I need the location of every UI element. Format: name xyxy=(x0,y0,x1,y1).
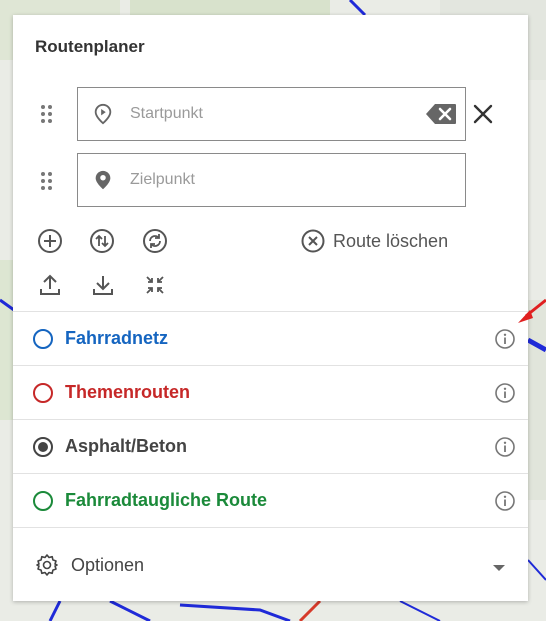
layer-radio[interactable] xyxy=(33,382,53,403)
upload-icon[interactable] xyxy=(38,273,62,297)
remove-waypoint-icon[interactable] xyxy=(472,103,494,125)
start-field[interactable] xyxy=(77,87,466,141)
download-icon[interactable] xyxy=(91,273,115,297)
info-icon[interactable] xyxy=(494,382,516,404)
layer-item-themenrouten[interactable]: Themenrouten xyxy=(13,365,528,419)
options-label: Optionen xyxy=(71,554,145,575)
layer-radio-selected[interactable] xyxy=(33,436,53,457)
layer-radio[interactable] xyxy=(33,490,53,511)
clear-input-icon[interactable] xyxy=(425,103,457,125)
start-pin-icon xyxy=(94,103,112,125)
clear-route-icon xyxy=(301,229,325,253)
layer-radio[interactable] xyxy=(33,328,53,349)
chevron-down-icon xyxy=(493,565,505,571)
clear-route-button[interactable]: Route löschen xyxy=(301,229,448,253)
layer-item-fahrradnetz[interactable]: Fahrradnetz xyxy=(13,311,528,365)
layer-label: Themenrouten xyxy=(65,382,191,402)
layer-label: Asphalt/Beton xyxy=(65,436,188,456)
layer-label: Fahrradtaugliche Route xyxy=(65,490,268,510)
info-icon[interactable] xyxy=(494,436,516,458)
info-icon[interactable] xyxy=(494,490,516,512)
add-waypoint-icon[interactable] xyxy=(37,228,63,254)
info-icon[interactable] xyxy=(494,328,516,350)
collapse-icon[interactable] xyxy=(143,273,167,297)
end-input[interactable] xyxy=(128,170,465,190)
round-trip-icon[interactable] xyxy=(142,228,168,254)
swap-route-icon[interactable] xyxy=(89,228,115,254)
options-toggle[interactable]: Optionen xyxy=(13,527,528,602)
layer-item-fahrradtaugliche-route[interactable]: Fahrradtaugliche Route xyxy=(13,473,528,527)
route-planner-panel: Routenplaner Startpunkt Zielpunkt Route … xyxy=(13,15,528,601)
start-input[interactable] xyxy=(128,104,425,124)
clear-route-label: Route löschen xyxy=(333,230,449,251)
panel-title: Routenplaner xyxy=(35,37,145,56)
gear-icon xyxy=(36,554,58,576)
end-field[interactable] xyxy=(77,153,466,207)
layer-label: Fahrradnetz xyxy=(65,328,169,348)
destination-pin-icon xyxy=(95,170,111,190)
end-drag-handle[interactable] xyxy=(41,172,55,192)
route-layer-list: Fahrradnetz Themenrouten Asphalt/Beton F… xyxy=(13,311,528,527)
layer-item-asphalt-beton[interactable]: Asphalt/Beton xyxy=(13,419,528,473)
start-drag-handle[interactable] xyxy=(41,105,55,125)
